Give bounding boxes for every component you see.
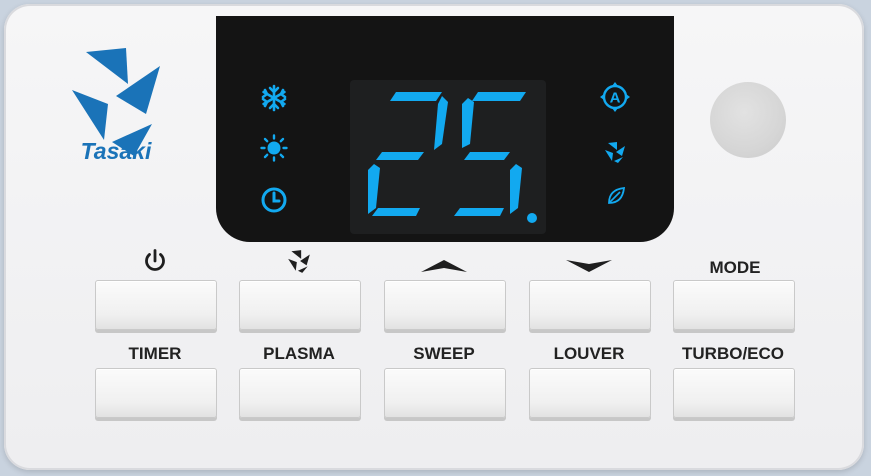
fan-icon — [605, 142, 625, 163]
ir-sensor — [710, 82, 786, 158]
sun-icon — [260, 134, 288, 162]
temperature-down-button[interactable] — [529, 280, 651, 330]
remote-control-panel: Tasaki A MODE TIMER PLASMA SWEEP LOUVER … — [4, 4, 864, 470]
chevron-up-icon — [421, 260, 467, 272]
sweep-label: SWEEP — [413, 344, 475, 363]
turbo-eco-label: TURBO/ECO — [682, 344, 784, 363]
fan-speed-button[interactable] — [239, 280, 361, 330]
plasma-button[interactable] — [239, 368, 361, 418]
timer-label: TIMER — [128, 344, 182, 363]
fan-speed-icon — [288, 250, 310, 273]
mode-button[interactable] — [673, 280, 795, 330]
louver-label: LOUVER — [553, 344, 625, 363]
sweep-button[interactable] — [384, 368, 506, 418]
display-panel: A — [216, 16, 674, 242]
temperature-display — [350, 80, 546, 234]
louver-button[interactable] — [529, 368, 651, 418]
snowflake-icon — [261, 84, 287, 112]
power-icon — [145, 249, 165, 271]
auto-mode-icon: A — [600, 82, 630, 112]
temperature-digits — [368, 92, 537, 223]
svg-text:A: A — [610, 90, 621, 107]
timer-button[interactable] — [95, 368, 217, 418]
brand-name: Tasaki — [80, 138, 152, 164]
plasma-label: PLASMA — [263, 344, 335, 363]
turbo-eco-button[interactable] — [673, 368, 795, 418]
leaf-icon — [608, 186, 626, 204]
mode-label: MODE — [709, 258, 761, 277]
chevron-down-icon — [566, 260, 612, 272]
clock-icon — [261, 187, 287, 213]
power-button[interactable] — [95, 280, 217, 330]
temperature-up-button[interactable] — [384, 280, 506, 330]
